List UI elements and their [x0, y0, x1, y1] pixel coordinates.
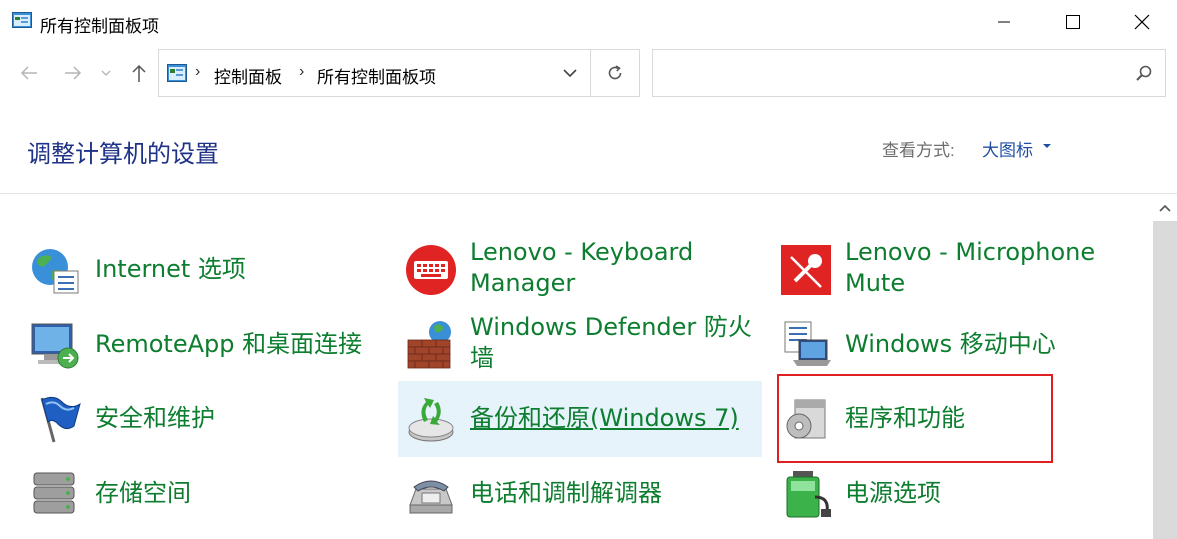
scroll-up-button[interactable] [1153, 195, 1177, 221]
control-panel-icon [167, 64, 187, 82]
backup-icon [408, 398, 454, 442]
item-label[interactable]: 电话和调制解调器 [470, 478, 662, 509]
address-dropdown-button[interactable] [550, 49, 590, 97]
up-button[interactable] [126, 61, 152, 85]
title-bar: 所有控制面板项 [0, 0, 1177, 44]
item-lenovo-microphone-mute[interactable]: Lenovo - Microphone Mute [773, 232, 1153, 308]
item-power-options[interactable]: 电源选项 [773, 456, 1153, 532]
highlight-box [777, 374, 1053, 463]
item-label[interactable]: 电源选项 [845, 478, 941, 509]
item-label[interactable]: 备份和还原(Windows 7) [470, 403, 739, 434]
minimize-button[interactable] [969, 0, 1039, 44]
item-label[interactable]: Lenovo - Keyboard [470, 237, 693, 268]
close-icon [1134, 14, 1150, 30]
chevron-down-icon [101, 70, 111, 76]
maximize-button[interactable] [1038, 0, 1108, 44]
item-phone-modem[interactable]: 电话和调制解调器 [398, 456, 762, 532]
item-internet-options[interactable]: Internet 选项 [22, 232, 382, 308]
item-security-maintenance[interactable]: 安全和维护 [22, 381, 382, 457]
breadcrumb-separator-icon[interactable]: › [299, 63, 304, 81]
back-button[interactable] [16, 61, 42, 85]
item-storage-spaces[interactable]: 存储空间 [22, 456, 382, 532]
control-panel-icon [12, 12, 32, 28]
page-title: 调整计算机的设置 [27, 140, 219, 168]
vertical-scrollbar[interactable] [1153, 195, 1177, 539]
refresh-button[interactable] [590, 49, 640, 97]
item-label[interactable]: 安全和维护 [95, 403, 215, 434]
maximize-icon [1066, 15, 1080, 29]
remote-desktop-icon [31, 323, 79, 369]
storage-icon [33, 472, 75, 514]
item-label[interactable]: Internet 选项 [95, 254, 246, 285]
item-remoteapp[interactable]: RemoteApp 和桌面连接 [22, 307, 382, 383]
item-label[interactable]: Mute [845, 268, 905, 299]
back-arrow-icon [20, 66, 37, 80]
globe-options-icon [32, 249, 79, 294]
chevron-down-icon [563, 69, 577, 78]
item-label[interactable]: Lenovo - Microphone [845, 237, 1095, 268]
up-arrow-icon [132, 64, 146, 82]
flag-icon [40, 396, 81, 443]
breadcrumb-all-items[interactable]: 所有控制面板项 [317, 63, 436, 88]
forward-button[interactable] [60, 61, 86, 85]
item-label[interactable]: Windows Defender 防火 [470, 312, 752, 343]
window-title: 所有控制面板项 [40, 17, 159, 36]
power-options-icon [786, 471, 831, 518]
view-by-label: 查看方式: [882, 141, 955, 160]
search-icon [1136, 65, 1152, 81]
scroll-thumb[interactable] [1153, 221, 1177, 539]
refresh-icon [608, 65, 622, 80]
close-button[interactable] [1107, 0, 1177, 44]
search-input[interactable] [652, 49, 1166, 97]
dropdown-caret-icon[interactable] [1043, 144, 1051, 148]
minimize-icon [998, 21, 1010, 23]
item-label[interactable]: Manager [470, 268, 575, 299]
view-by-dropdown[interactable]: 大图标 [982, 136, 1033, 161]
recent-locations-button[interactable] [96, 61, 116, 85]
item-label[interactable]: Windows 移动中心 [845, 329, 1056, 360]
item-backup-restore[interactable]: 备份和还原(Windows 7) [398, 381, 762, 457]
keyboard-icon [406, 245, 456, 295]
mobility-center-icon [784, 321, 831, 366]
item-label[interactable]: 存储空间 [95, 478, 191, 509]
item-label[interactable]: RemoteApp 和桌面连接 [95, 329, 362, 360]
chevron-up-icon [1159, 204, 1171, 212]
item-windows-defender-firewall[interactable]: Windows Defender 防火 墙 [398, 307, 762, 383]
item-lenovo-keyboard-manager[interactable]: Lenovo - Keyboard Manager [398, 232, 762, 308]
item-label[interactable]: 墙 [470, 343, 494, 374]
item-windows-mobility-center[interactable]: Windows 移动中心 [773, 307, 1153, 383]
page-header: 调整计算机的设置 查看方式: 大图标 [0, 110, 1177, 194]
phone-modem-icon [409, 480, 453, 514]
firewall-icon [407, 321, 451, 369]
address-bar[interactable]: › 控制面板 › 所有控制面板项 [158, 49, 590, 97]
breadcrumb-separator-icon[interactable]: › [195, 63, 200, 81]
microphone-mute-icon [781, 245, 831, 295]
breadcrumb-control-panel[interactable]: 控制面板 [214, 63, 282, 88]
forward-arrow-icon [65, 66, 82, 80]
